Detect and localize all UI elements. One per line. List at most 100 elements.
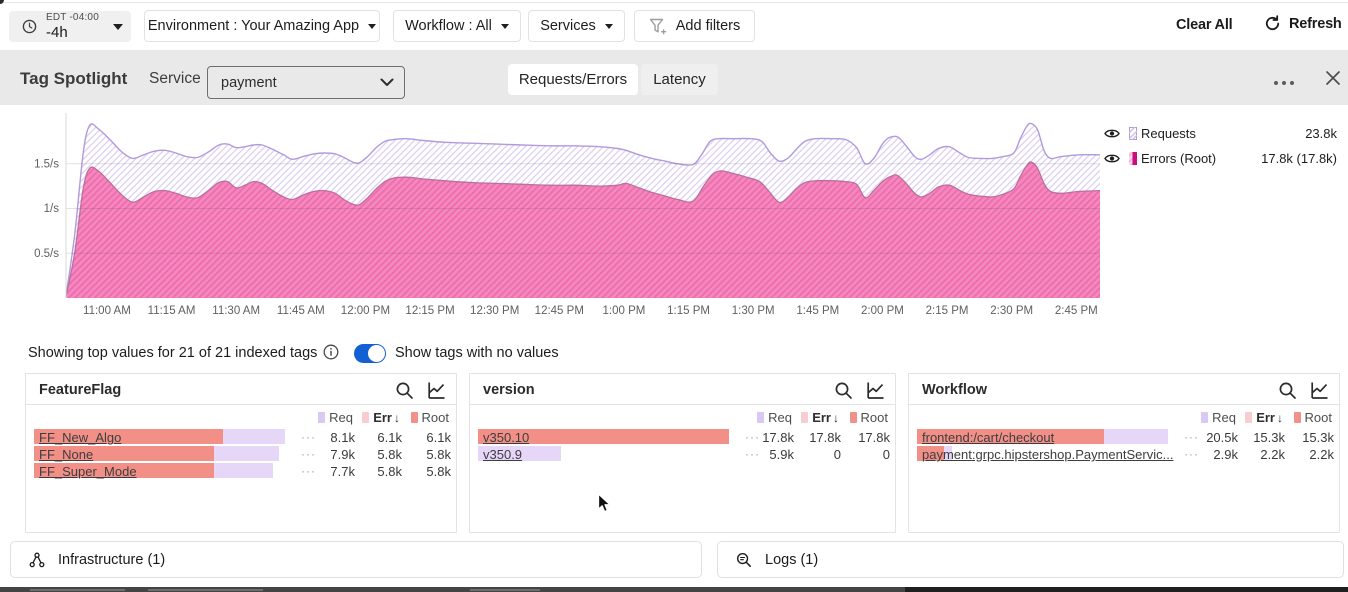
request-bar bbox=[214, 463, 273, 478]
tag-panel-featureflag: FeatureFlag Req Err↓ Root FF_New_Algo ··… bbox=[25, 373, 457, 533]
root-color-swatch bbox=[411, 412, 418, 423]
legend-requests-label: Requests bbox=[1141, 126, 1196, 141]
column-err-sorted[interactable]: Err↓ bbox=[801, 410, 839, 425]
tag-value-link[interactable]: frontend:/cart/checkout bbox=[922, 430, 1054, 445]
panel-title: Workflow bbox=[922, 382, 987, 398]
chevron-down-icon bbox=[501, 24, 509, 29]
tag-panel-version: version Req Err↓ Root v350.10 ··· 17.8k … bbox=[469, 373, 896, 533]
root-color-swatch bbox=[850, 412, 857, 423]
root-value: 17.8k bbox=[830, 430, 890, 445]
column-req[interactable]: Req bbox=[757, 410, 792, 425]
root-color-swatch bbox=[1294, 412, 1301, 423]
panel-title: FeatureFlag bbox=[39, 382, 121, 398]
more-options-button[interactable] bbox=[1274, 76, 1296, 90]
indexed-tags-summary: Showing top values for 21 of 21 indexed … bbox=[28, 345, 317, 361]
x-tick-label: 2:30 PM bbox=[990, 305, 1033, 317]
time-range-value: -4h bbox=[46, 25, 99, 40]
services-filter-button[interactable]: Services bbox=[528, 10, 625, 42]
tag-row: payment:grpc.hipstershop.PaymentServic..… bbox=[917, 446, 1333, 461]
tag-value-link[interactable]: v350.10 bbox=[483, 430, 529, 445]
eye-icon[interactable] bbox=[1104, 128, 1120, 139]
request-bar bbox=[223, 429, 285, 444]
workflow-filter-button[interactable]: Workflow : All bbox=[393, 10, 521, 42]
root-value: 2.2k bbox=[1274, 447, 1334, 462]
logs-label: Logs (1) bbox=[765, 552, 818, 568]
infrastructure-label: Infrastructure (1) bbox=[58, 552, 165, 568]
environment-filter-button[interactable]: Environment : Your Amazing App bbox=[144, 10, 380, 42]
y-tick-label: 1.5/s bbox=[34, 158, 59, 170]
show-tags-toggle[interactable] bbox=[354, 344, 386, 363]
line-chart-icon[interactable] bbox=[427, 381, 446, 400]
search-icon[interactable] bbox=[395, 381, 414, 400]
root-value: 5.8k bbox=[391, 447, 451, 462]
legend-errors-label: Errors (Root) bbox=[1141, 151, 1216, 166]
infrastructure-icon bbox=[29, 552, 45, 568]
eye-icon[interactable] bbox=[1104, 153, 1120, 164]
search-icon[interactable] bbox=[834, 381, 853, 400]
errors-swatch bbox=[1129, 152, 1137, 165]
column-err-sorted[interactable]: Err↓ bbox=[1245, 410, 1283, 425]
y-tick-label: 1/s bbox=[44, 203, 60, 215]
workflow-filter-label: Workflow : All bbox=[405, 18, 492, 34]
tag-value-link[interactable]: FF_Super_Mode bbox=[39, 464, 137, 479]
clear-all-button[interactable]: Clear All bbox=[1176, 17, 1233, 33]
column-root[interactable]: Root bbox=[1294, 410, 1332, 425]
tag-value-link[interactable]: payment:grpc.hipstershop.PaymentServic..… bbox=[922, 447, 1173, 462]
search-icon[interactable] bbox=[1278, 381, 1297, 400]
tag-value-link[interactable]: FF_New_Algo bbox=[39, 430, 121, 445]
tag-value-link[interactable]: FF_None bbox=[39, 447, 93, 462]
requests-swatch bbox=[1129, 127, 1137, 140]
filter-plus-icon bbox=[649, 18, 668, 35]
sort-desc-icon: ↓ bbox=[1277, 411, 1283, 425]
tag-value-link[interactable]: v350.9 bbox=[483, 447, 522, 462]
root-value: 0 bbox=[830, 447, 890, 462]
service-select[interactable]: payment bbox=[207, 66, 405, 99]
column-req[interactable]: Req bbox=[1201, 410, 1236, 425]
line-chart-icon[interactable] bbox=[1310, 381, 1329, 400]
x-tick-label: 1:30 PM bbox=[732, 305, 775, 317]
tab-latency[interactable]: Latency bbox=[641, 64, 718, 95]
infrastructure-button[interactable]: Infrastructure (1) bbox=[10, 541, 702, 578]
chevron-down-icon bbox=[380, 78, 394, 87]
tab-requests-errors[interactable]: Requests/Errors bbox=[508, 64, 638, 95]
environment-filter-label: Environment : Your Amazing App bbox=[148, 18, 359, 34]
services-filter-label: Services bbox=[540, 18, 596, 34]
info-icon[interactable] bbox=[323, 344, 339, 360]
err-color-swatch bbox=[362, 412, 369, 423]
tag-row: frontend:/cart/checkout ··· 20.5k 15.3k … bbox=[917, 429, 1333, 444]
sort-desc-icon: ↓ bbox=[394, 411, 400, 425]
x-tick-label: 12:00 PM bbox=[341, 305, 390, 317]
x-tick-label: 1:45 PM bbox=[796, 305, 839, 317]
bottom-cutoff-bar-dark bbox=[905, 587, 1348, 592]
refresh-button[interactable]: Refresh bbox=[1264, 15, 1342, 32]
refresh-icon bbox=[1264, 15, 1281, 32]
x-tick-label: 12:45 PM bbox=[535, 305, 584, 317]
x-tick-label: 12:30 PM bbox=[470, 305, 519, 317]
x-tick-label: 11:30 AM bbox=[212, 305, 260, 317]
legend-row-errors: Errors (Root) 17.8k (17.8k) bbox=[1104, 150, 1337, 166]
bottom-cutoff-bar bbox=[0, 587, 905, 592]
toggle-knob bbox=[368, 345, 385, 362]
column-root[interactable]: Root bbox=[411, 410, 449, 425]
tag-row: v350.9 ··· 5.9k 0 0 bbox=[478, 446, 889, 461]
column-req[interactable]: Req bbox=[318, 410, 353, 425]
close-icon[interactable] bbox=[1325, 70, 1341, 86]
add-filters-label: Add filters bbox=[676, 18, 740, 34]
time-range-picker[interactable]: EDT -04:00 -4h bbox=[9, 11, 131, 42]
root-value: 5.8k bbox=[391, 464, 451, 479]
chevron-down-icon bbox=[113, 24, 123, 30]
logs-button[interactable]: Logs (1) bbox=[717, 541, 1344, 578]
bottom-cutoff-text-fragment bbox=[30, 589, 125, 591]
line-chart-icon[interactable] bbox=[866, 381, 885, 400]
page-title: Tag Spotlight bbox=[20, 69, 127, 89]
refresh-label: Refresh bbox=[1289, 16, 1342, 32]
clock-icon bbox=[22, 19, 37, 34]
service-label: Service bbox=[149, 70, 201, 88]
tag-row: FF_Super_Mode ··· 7.7k 5.8k 5.8k bbox=[34, 463, 450, 478]
column-root[interactable]: Root bbox=[850, 410, 888, 425]
root-value: 6.1k bbox=[391, 430, 451, 445]
add-filters-button[interactable]: Add filters bbox=[634, 10, 755, 42]
panel-title: version bbox=[483, 382, 535, 398]
column-err-sorted[interactable]: Err↓ bbox=[362, 410, 400, 425]
chevron-down-icon bbox=[368, 24, 376, 29]
